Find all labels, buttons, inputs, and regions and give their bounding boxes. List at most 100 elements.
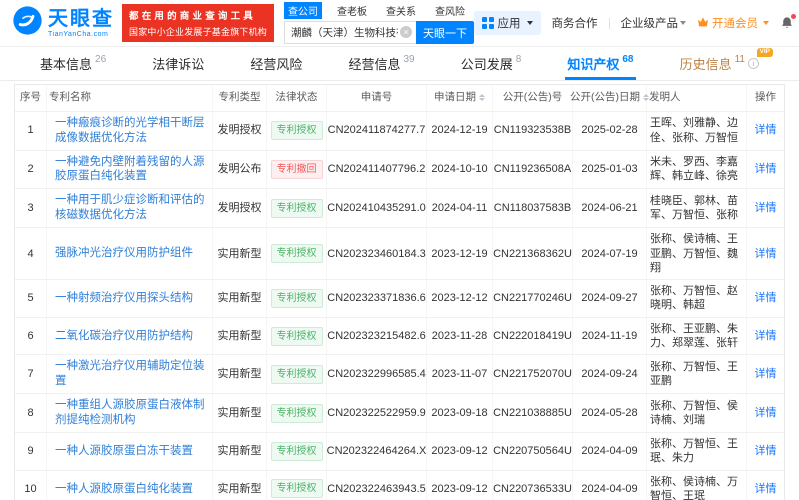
patent-name-link[interactable]: 二氧化碳治疗仪用防护结构 [55,329,193,344]
business-cooperation-link[interactable]: 商务合作 [552,15,598,31]
detail-link[interactable]: 详情 [755,123,777,137]
search-tab-查公司[interactable]: 查公司 [284,2,323,19]
search-button[interactable]: 天眼一下 [416,21,475,44]
patent-name-link[interactable]: 一种重组人源胶原蛋白液体制剂提纯检测机构 [55,398,209,428]
tab-经营信息[interactable]: 经营信息 39 [346,47,416,80]
tab-label: 经营风险 [250,57,303,72]
tab-法律诉讼[interactable]: 法律诉讼 [150,47,206,80]
action-cell: 详情 [747,189,784,227]
patent-name-cell: 一种瘢痕诊断的光学相干断层成像数据优化方法 [47,111,213,150]
info-icon: i [748,58,759,69]
application-date: 2024-10-10 [427,150,493,189]
chevron-down-icon [763,21,770,25]
column-header-appno: 申请号 [327,85,427,111]
detail-link[interactable]: 详情 [755,291,777,305]
action-cell: 详情 [747,280,784,317]
inventors: 张称、王亚鹏、朱力、郑翠莲、张轩 [647,317,747,355]
application-number: CN202322464264.X [327,433,427,470]
row-index: 7 [15,355,47,394]
row-index: 10 [15,470,47,500]
legal-status-cell: 专利授权 [267,228,327,280]
detail-link[interactable]: 详情 [755,247,777,261]
tab-label: 法律诉讼 [152,57,205,72]
publication-date: 2025-01-03 [573,150,647,189]
tab-公司发展[interactable]: 公司发展 8 [459,47,524,80]
patent-name-link[interactable]: 一种避免内壁附着残留的人源胶原蛋白纯化装置 [55,155,209,185]
apps-menu[interactable]: 应用 [474,11,541,35]
legal-status-cell: 专利授权 [267,394,327,433]
detail-link[interactable]: 详情 [755,201,777,215]
action-cell: 详情 [747,228,784,279]
notifications-bell-icon[interactable] [780,14,797,30]
row-index: 5 [15,280,47,317]
patent-name-link[interactable]: 一种瘢痕诊断的光学相干断层成像数据优化方法 [55,116,209,146]
search-tab-查老板[interactable]: 查老板 [333,2,371,19]
publication-number: CN221368362U [493,228,573,280]
detail-link[interactable]: 详情 [755,444,777,458]
column-header-op: 操作 [747,85,784,111]
status-badge: 专利授权 [270,288,323,308]
inventors: 张称、侯诗楠、王亚鹏、万智恒、魏翔 [647,228,747,280]
application-number: CN202411874277.7 [327,111,427,150]
patent-name-link[interactable]: 强脉冲光治疗仪用防护组件 [55,246,193,261]
patent-name-link[interactable]: 一种激光治疗仪用辅助定位装置 [55,359,209,389]
publication-date: 2024-09-27 [573,280,647,317]
publication-date: 2024-11-19 [573,317,647,355]
status-badge: 专利授权 [270,403,323,423]
detail-link[interactable]: 详情 [755,406,777,420]
vip-label: 开通会员 [712,18,759,30]
column-header-num: 序号 [15,85,47,111]
patent-type: 实用新型 [213,317,267,355]
search-box: × 天眼一下 [284,21,475,44]
tab-历史信息[interactable]: 历史信息 11 VIP i [678,47,773,80]
tab-知识产权[interactable]: 知识产权 68 [565,47,636,80]
column-header-type: 专利类型 [213,85,267,111]
column-header-appdate[interactable]: 申请日期 [427,85,493,111]
tianyancha-logo[interactable]: 天眼查 TianYanCha.com [12,5,114,41]
application-date: 2023-12-19 [427,228,493,280]
legal-status-cell: 专利授权 [267,355,327,394]
banner-line1: 都在用的商业查询工具 [129,11,257,22]
detail-link[interactable]: 详情 [755,162,777,176]
patent-name-link[interactable]: 一种人源胶原蛋白冻干装置 [55,444,193,459]
column-label: 操作 [755,91,776,103]
status-badge: 专利授权 [270,121,323,141]
tab-基本信息[interactable]: 基本信息 26 [38,47,108,80]
column-header-pubdate[interactable]: 公开(公告)日期 [570,85,649,111]
patent-name-link[interactable]: 一种人源胶原蛋白纯化装置 [55,482,193,497]
inventors: 张称、万智恒、赵晓明、韩超 [647,280,747,317]
sort-icon[interactable] [479,94,485,102]
search-tab-查关系[interactable]: 查关系 [382,2,420,19]
table-row: 1 一种瘢痕诊断的光学相干断层成像数据优化方法 发明授权 专利授权 CN2024… [15,111,784,151]
clear-search-icon[interactable]: × [400,26,413,38]
patent-name-link[interactable]: 一种用于肌少症诊断和评估的核磁数据优化方法 [55,193,209,223]
patent-type: 实用新型 [213,280,267,317]
status-badge: 专利授权 [270,441,323,461]
detail-link[interactable]: 详情 [755,329,777,343]
inventors: 王晖、刘雅静、边佺、张称、万智恒 [647,111,747,150]
application-date: 2023-11-07 [427,355,493,394]
column-label: 公开(公告)日期 [570,91,640,103]
publication-number: CN221770246U [493,280,573,317]
detail-link[interactable]: 详情 [755,367,777,381]
chevron-down-icon [680,21,687,25]
status-badge: 专利授权 [270,479,323,499]
open-vip-menu[interactable]: 开通会员 [697,15,770,31]
search-input[interactable] [284,21,417,44]
action-cell: 详情 [747,318,784,355]
action-cell: 详情 [747,355,784,393]
patent-name-link[interactable]: 一种射频治疗仪用探头结构 [55,291,193,306]
detail-link[interactable]: 详情 [755,482,777,496]
publication-date: 2024-04-09 [573,470,647,500]
search-tab-查风险[interactable]: 查风险 [431,2,469,19]
publication-date: 2024-07-19 [573,228,647,280]
patent-type: 发明授权 [213,189,267,228]
patent-name-cell: 强脉冲光治疗仪用防护组件 [47,228,213,280]
application-number: CN202323215482.6 [327,317,427,355]
publication-date: 2024-04-09 [573,433,647,470]
action-cell: 详情 [747,151,784,189]
tab-经营风险[interactable]: 经营风险 [248,47,304,80]
logo-subtext: TianYanCha.com [48,30,109,38]
enterprise-products-menu[interactable]: 企业级产品 [621,15,687,31]
tab-count: 26 [95,54,107,65]
